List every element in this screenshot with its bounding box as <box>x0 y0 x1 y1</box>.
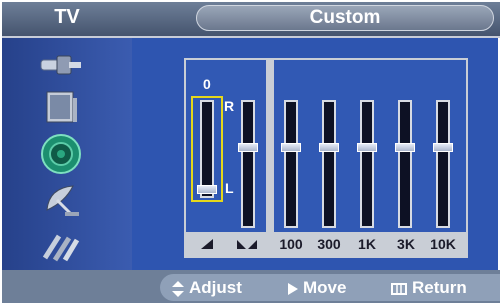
band-3k-slider-knob[interactable] <box>395 143 415 152</box>
balance-value: 0 <box>203 76 211 92</box>
band-label-3k: 3K <box>397 236 415 252</box>
band-label-100: 100 <box>279 236 303 252</box>
connector-icon <box>40 55 81 75</box>
band-label-10k: 10K <box>430 236 456 252</box>
menu-category-title: TV <box>54 6 80 28</box>
footer-return-label: Return <box>412 278 467 297</box>
speaker-icon <box>41 134 81 174</box>
balance-right-label: R <box>224 98 235 114</box>
satellite-dish-icon <box>46 185 79 216</box>
band-10k-slider-track[interactable] <box>436 100 450 228</box>
up-down-arrow-icon <box>172 280 184 297</box>
band-100-slider-knob[interactable] <box>281 143 301 152</box>
sidebar-item-channel[interactable] <box>26 180 96 220</box>
page-title: Custom <box>309 7 381 28</box>
footer-move[interactable]: Move <box>288 274 346 301</box>
footer-adjust[interactable]: Adjust <box>172 274 242 301</box>
balance-speaker-slider-knob[interactable] <box>238 143 258 152</box>
balance-slider-knob[interactable] <box>197 185 217 194</box>
balance-left-label: L <box>225 180 234 196</box>
osd-screen: TV Custom 0 R L 100 300 1K 3K 10K Adjust… <box>0 0 502 305</box>
sidebar-item-picture[interactable] <box>26 88 96 128</box>
sidebar-item-setup[interactable] <box>26 226 96 266</box>
band-3k-slider-track[interactable] <box>398 100 412 228</box>
footer-move-label: Move <box>303 278 347 297</box>
footer-return[interactable]: Return <box>391 274 467 301</box>
sidebar-item-sound[interactable] <box>26 134 96 174</box>
band-label-1k: 1K <box>358 236 376 252</box>
balance-right-icon <box>237 240 257 249</box>
menu-icon <box>391 282 407 295</box>
band-1k-slider-track[interactable] <box>360 100 374 228</box>
tv-screen-icon <box>46 91 77 123</box>
balance-speaker-slider-track[interactable] <box>241 100 255 228</box>
panel-divider <box>266 58 274 258</box>
band-100-slider-track[interactable] <box>284 100 298 228</box>
sidebar-item-input[interactable] <box>26 44 96 84</box>
band-300-slider-knob[interactable] <box>319 143 339 152</box>
balance-slider-track[interactable] <box>200 100 214 198</box>
footer-adjust-label: Adjust <box>189 278 242 297</box>
balance-left-icon <box>201 239 213 249</box>
band-10k-slider-knob[interactable] <box>433 143 453 152</box>
band-label-300: 300 <box>317 236 341 252</box>
band-1k-slider-knob[interactable] <box>357 143 377 152</box>
sidebar <box>2 38 132 270</box>
cables-icon <box>42 234 80 262</box>
right-arrow-icon <box>288 282 298 295</box>
band-300-slider-track[interactable] <box>322 100 336 228</box>
